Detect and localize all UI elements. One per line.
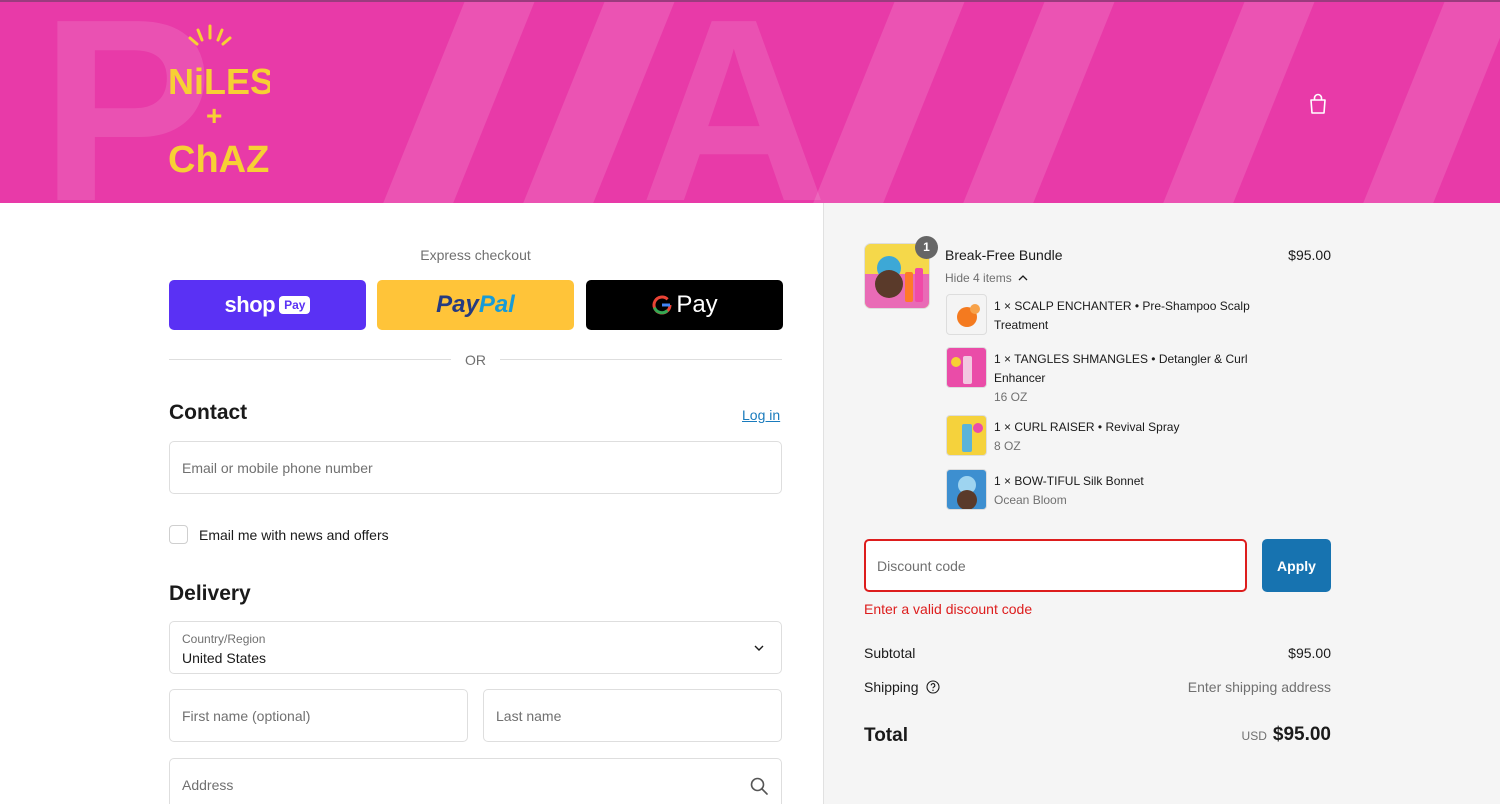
header-stripe — [947, 2, 1123, 203]
header-stripe — [367, 2, 543, 203]
delivery-heading: Delivery — [169, 582, 251, 605]
item-title-cont: Enhancer — [994, 371, 1046, 385]
total-label: Total — [864, 725, 908, 746]
newsletter-option[interactable]: Email me with news and offers — [169, 525, 389, 544]
item-variant: Ocean Bloom — [994, 493, 1067, 507]
divider-line — [500, 359, 782, 360]
or-divider: OR — [169, 350, 782, 370]
item-text: 1 × BOW-TIFUL Silk Bonnet Ocean Bloom — [994, 472, 1264, 510]
item-thumbnail — [946, 294, 987, 335]
tangles-shmangles-image — [951, 356, 972, 384]
item-thumbnail — [946, 347, 987, 388]
item-title-cont: Treatment — [994, 318, 1049, 332]
item-title: 1 × SCALP ENCHANTER • Pre-Shampoo Scalp — [994, 299, 1250, 313]
paypal-button[interactable]: Pay Pal — [377, 280, 574, 330]
item-title: 1 × CURL RAISER • Revival Spray — [994, 420, 1180, 434]
address-input[interactable] — [170, 759, 781, 804]
total-value: $95.00 — [1272, 724, 1331, 745]
shop-pay-pill: Pay — [279, 296, 311, 314]
google-g-icon — [652, 295, 672, 315]
logo-text-chaz: ChAZ — [168, 139, 269, 181]
email-input[interactable] — [170, 442, 781, 493]
total-currency: USD — [1241, 729, 1267, 743]
logo-text-plus: + — [206, 100, 222, 131]
item-thumbnail — [946, 415, 987, 456]
discount-error-message: Enter a valid discount code — [864, 601, 1033, 617]
google-pay-button[interactable]: Pay — [586, 280, 783, 330]
chevron-down-icon — [754, 645, 764, 651]
paypal-wordmark-pal: Pal — [478, 291, 515, 318]
subtotal-row: Subtotal $95.00 — [864, 645, 1331, 661]
google-pay-label: Pay — [676, 291, 718, 318]
chevron-up-icon — [1018, 275, 1028, 281]
logo-text-niles: NiLES — [168, 61, 270, 102]
country-select[interactable]: Country/Region United States — [169, 621, 782, 674]
hide-items-label: Hide 4 items — [945, 271, 1012, 285]
last-name-field-wrapper — [483, 689, 782, 742]
item-thumbnail — [946, 469, 987, 510]
shipping-label: Shipping — [864, 679, 919, 695]
item-text: 1 × CURL RAISER • Revival Spray 8 OZ — [994, 418, 1264, 456]
brand-logo[interactable]: NiLES + ChAZ — [160, 22, 270, 192]
subtotal-value: $95.00 — [1288, 645, 1331, 661]
item-title: 1 × BOW-TIFUL Silk Bonnet — [994, 474, 1144, 488]
shopping-bag-icon[interactable] — [1306, 92, 1330, 116]
item-variant: 8 OZ — [994, 439, 1021, 453]
contact-heading: Contact — [169, 401, 248, 424]
country-label: Country/Region — [182, 632, 266, 646]
express-checkout-title: Express checkout — [420, 247, 531, 263]
shipping-value: Enter shipping address — [1187, 679, 1331, 695]
email-field-wrapper — [169, 441, 782, 494]
header-stripe — [1347, 2, 1500, 203]
shop-pay-button[interactable]: shop Pay — [169, 280, 366, 330]
help-circle-icon[interactable] — [926, 680, 940, 694]
discount-field-wrapper — [864, 539, 1247, 592]
header-banner: P A NiLES + ChAZ — [0, 0, 1500, 203]
discount-code-input[interactable] — [866, 541, 1245, 590]
subtotal-label: Subtotal — [864, 645, 916, 661]
first-name-field-wrapper — [169, 689, 468, 742]
quantity-badge: 1 — [915, 236, 938, 259]
item-text: 1 × SCALP ENCHANTER • Pre-Shampoo Scalp … — [994, 297, 1264, 335]
or-label: OR — [465, 352, 486, 368]
item-text: 1 × TANGLES SHMANGLES • Detangler & Curl… — [994, 350, 1264, 407]
curl-raiser-image — [962, 423, 983, 452]
address-field-wrapper — [169, 758, 782, 804]
shop-pay-wordmark: shop — [224, 292, 276, 317]
newsletter-checkbox[interactable] — [169, 525, 188, 544]
divider-line — [169, 359, 451, 360]
country-value: United States — [182, 650, 267, 666]
scalp-enchanter-image — [957, 304, 980, 327]
last-name-input[interactable] — [484, 690, 781, 741]
login-link[interactable]: Log in — [742, 407, 780, 423]
item-title: 1 × TANGLES SHMANGLES • Detangler & Curl — [994, 352, 1248, 366]
apply-discount-button[interactable]: Apply — [1262, 539, 1331, 592]
first-name-input[interactable] — [170, 690, 467, 741]
silk-bonnet-image — [957, 476, 977, 509]
header-background-letter: A — [640, 0, 828, 203]
paypal-wordmark-pay: Pay — [436, 291, 479, 318]
hide-items-toggle[interactable]: Hide 4 items — [945, 271, 1028, 285]
header-stripe — [1147, 2, 1323, 203]
shipping-row: Shipping Enter shipping address — [864, 679, 1331, 695]
newsletter-label: Email me with news and offers — [199, 526, 389, 543]
search-icon — [750, 777, 768, 795]
bundle-price: $95.00 — [1288, 247, 1331, 263]
total-amount: USD $95.00 — [1150, 724, 1331, 746]
item-variant: 16 OZ — [994, 390, 1028, 404]
bundle-name: Break-Free Bundle — [945, 247, 1063, 263]
